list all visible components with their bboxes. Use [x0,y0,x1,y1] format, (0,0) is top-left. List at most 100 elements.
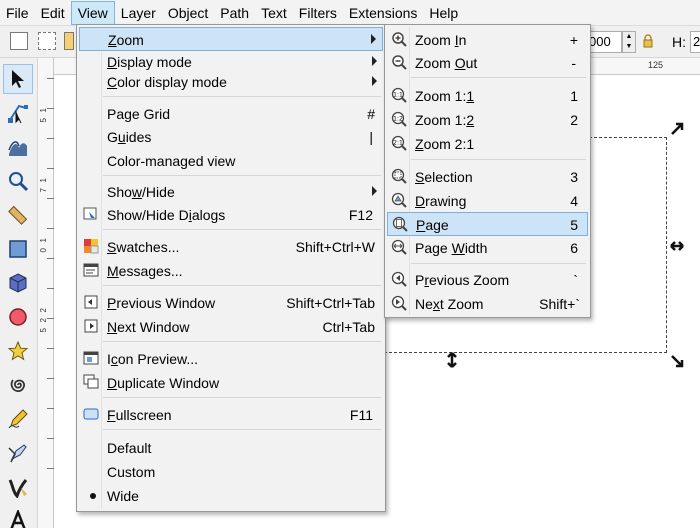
menu-item-label: Page Width [415,240,488,256]
menu-item-label: Zoom 1:2 [415,112,475,128]
swatches-icon [83,238,99,254]
menu-item-zoom-in[interactable]: Zoom In + [387,28,588,52]
menu-item-accel: Shift+Ctrl+W [295,239,375,255]
zoom-submenu: Zoom In + Zoom Out - 1:1 Zoom 1:1 1 1:2 … [384,24,591,318]
menu-item-zoom-page[interactable]: Page 5 [387,212,588,236]
menu-item-accel: 3 [570,169,578,185]
menu-item-default[interactable]: Default [79,436,383,460]
menu-item-swatches[interactable]: Swatches... Shift+Ctrl+W [79,235,383,259]
rectangle-tool[interactable] [3,234,33,264]
menu-item-label: Color display mode [107,74,227,90]
menu-item-wide[interactable]: Wide [79,484,383,508]
menu-item-fullscreen[interactable]: Fullscreen F11 [79,403,383,427]
deselect-icon[interactable] [64,32,74,50]
pen-tool[interactable] [3,438,33,468]
zoom-selection-icon [391,168,407,184]
menu-object[interactable]: Object [162,1,214,25]
zoom-page-icon [392,216,408,232]
menu-edit[interactable]: Edit [35,1,71,25]
menu-item-zoom-drawing[interactable]: Drawing 4 [387,189,588,213]
menu-help[interactable]: Help [423,1,464,25]
height-field[interactable]: 2 [690,31,700,53]
menu-item-guides[interactable]: Guides | [79,125,383,149]
menu-item-show-hide-dialogs[interactable]: Show/Hide Dialogs F12 [79,203,383,227]
messages-icon [83,262,99,278]
selector-tool[interactable] [3,64,33,94]
menu-item-custom[interactable]: Custom [79,460,383,484]
lock-icon[interactable] [643,34,653,48]
spiral-tool[interactable] [3,370,33,400]
menu-item-label: Previous Window [107,295,216,311]
menu-item-accel: # [367,106,375,122]
select-all-in-all-layers-icon[interactable] [38,32,56,50]
menu-item-duplicate-window[interactable]: Duplicate Window [79,371,383,395]
menu-item-previous-window[interactable]: Previous Window Shift+Ctrl+Tab [79,291,383,315]
cube-icon [9,273,27,293]
measure-tool[interactable] [3,200,33,230]
menu-item-label: Swatches... [107,239,180,255]
radio-dot-icon [90,493,96,499]
resize-handle-ne-icon[interactable] [670,122,684,139]
resize-handle-s-icon[interactable] [446,352,458,371]
menu-text[interactable]: Text [255,1,293,25]
pencil-tool[interactable] [3,404,33,434]
menu-item-accel: Ctrl+Tab [322,319,375,335]
menu-item-label: Zoom 1:1 [415,88,475,104]
node-editor-icon [8,104,28,124]
menu-item-zoom-page-width[interactable]: Page Width 6 [387,236,588,260]
select-all-icon[interactable] [10,32,28,50]
menu-item-accel: - [571,55,576,71]
menu-item-zoom-out[interactable]: Zoom Out - [387,51,588,75]
menu-filters[interactable]: Filters [293,1,343,25]
resize-handle-e-icon[interactable] [670,239,684,255]
vruler-label: 0 [39,248,48,253]
text-tool[interactable] [3,506,33,528]
menu-item-next-zoom[interactable]: Next Zoom Shift+` [387,292,588,316]
menu-item-page-grid[interactable]: Page Grid # [79,102,383,126]
star-tool[interactable] [3,336,33,366]
menu-item-accel: 4 [570,193,578,209]
width-field[interactable]: 000 [586,31,622,53]
menu-item-label: Page [416,217,449,233]
tweak-tool[interactable] [3,132,33,162]
menu-item-color-display-mode[interactable]: Color display mode [79,70,383,94]
menu-item-zoom-selection[interactable]: Selection 3 [387,165,588,189]
menu-item-color-managed-view[interactable]: Color-managed view [79,149,383,173]
vruler-label: 2 [39,308,48,313]
zoom-tool[interactable] [3,166,33,196]
calligraphy-icon [8,479,28,498]
menu-item-accel: 5 [570,217,578,233]
vruler-label: 5 [39,328,48,333]
menu-item-label: Guides [107,129,152,145]
menu-item-show-hide[interactable]: Show/Hide [79,180,383,204]
zoom-2-1-icon: 2:1 [391,135,407,151]
menu-view[interactable]: View [70,0,115,25]
menu-item-next-window[interactable]: Next Window Ctrl+Tab [79,315,383,339]
node-tool[interactable] [3,98,33,128]
pencil-icon [8,409,28,429]
previous-window-icon [83,294,99,310]
menu-item-zoom-1-2[interactable]: 1:2 Zoom 1:2 2 [387,108,588,132]
menu-item-icon-preview[interactable]: Icon Preview... [79,347,383,371]
ellipse-tool[interactable] [3,302,33,332]
menu-item-label: Drawing [415,193,467,209]
menu-item-accel: | [369,129,373,145]
menu-item-zoom-2-1[interactable]: 2:1 Zoom 2:1 [387,132,588,156]
height-label: H: [672,34,686,50]
menu-layer[interactable]: Layer [115,1,162,25]
menu-file[interactable]: File [0,1,35,25]
3d-box-tool[interactable] [3,268,33,298]
calligraphy-tool[interactable] [3,472,33,502]
vertical-ruler[interactable]: 1 5 1 7 1 0 2 2 5 [38,58,54,528]
menu-item-label: Show/Hide [107,184,175,200]
menu-item-messages[interactable]: Messages... [79,259,383,283]
menu-item-label: Wide [107,488,139,504]
width-spinner[interactable]: ▲ ▼ [622,31,636,53]
vruler-label: 1 [39,108,48,113]
menu-path[interactable]: Path [214,1,255,25]
menu-item-previous-zoom[interactable]: Previous Zoom ` [387,268,588,292]
menu-item-zoom-1-1[interactable]: 1:1 Zoom 1:1 1 [387,84,588,108]
menu-item-zoom[interactable]: Zoom [79,27,383,51]
resize-handle-se-icon[interactable] [670,354,684,371]
menu-extensions[interactable]: Extensions [343,1,423,25]
